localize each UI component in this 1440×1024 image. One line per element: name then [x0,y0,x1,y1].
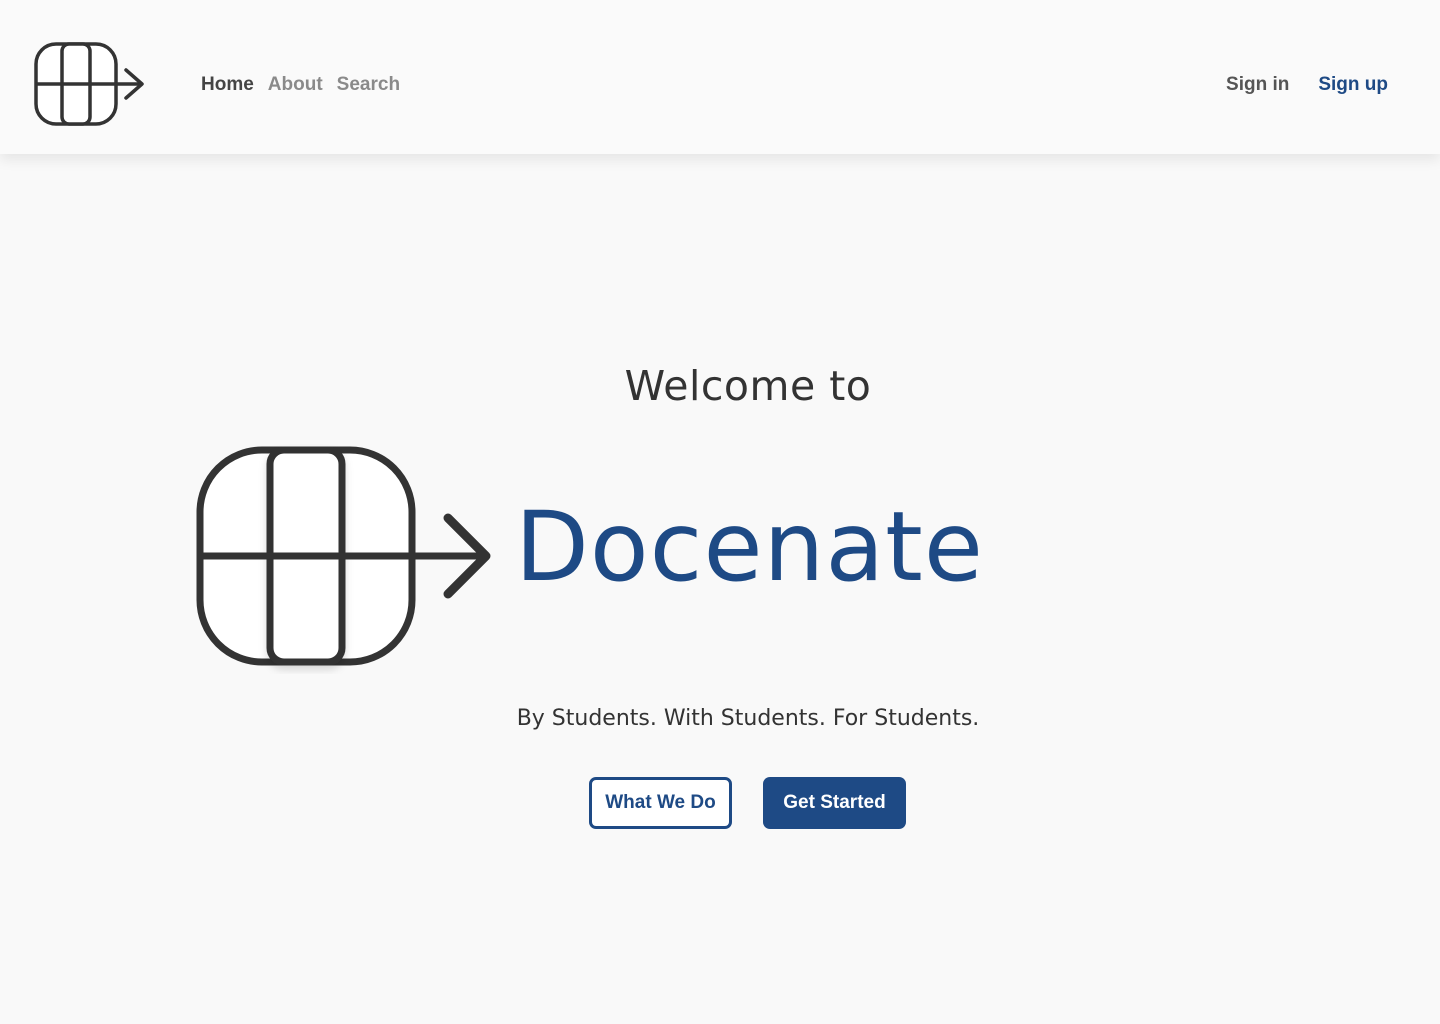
what-we-do-button[interactable]: What We Do [589,777,732,829]
tagline: By Students. With Students. For Students… [516,706,980,731]
nav-link-search[interactable]: Search [337,74,400,96]
get-started-button[interactable]: Get Started [763,777,906,829]
top-navbar: Home About Search Sign in Sign up [0,0,1440,154]
sign-up-link[interactable]: Sign up [1318,74,1388,96]
docenate-hero-logo-icon [196,446,491,666]
auth-links: Sign in Sign up [1226,74,1388,96]
docenate-logo-icon[interactable] [32,40,148,128]
primary-nav: Home About Search [201,74,400,96]
hero-section: Welcome to Docenate By Students. With St… [0,154,1440,1024]
brand-name: Docenate [515,491,984,603]
nav-link-about[interactable]: About [268,74,323,96]
welcome-heading: Welcome to [624,362,872,410]
nav-link-home[interactable]: Home [201,74,254,96]
sign-in-link[interactable]: Sign in [1226,74,1289,96]
